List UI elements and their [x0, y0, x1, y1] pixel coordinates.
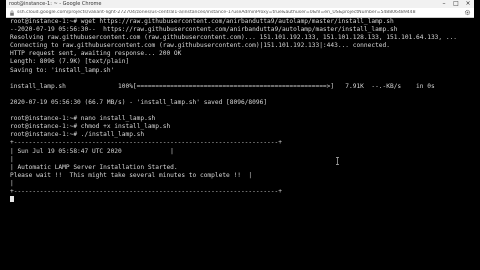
- banner-line: |: [10, 155, 14, 163]
- banner-line: |: [10, 179, 14, 187]
- url-text: ssh.cloud.google.com/projects/valiant-li…: [17, 10, 416, 15]
- lock-icon: [10, 9, 14, 16]
- terminal-line: root@instance-1:~# ./install_lamp.sh: [10, 131, 145, 139]
- terminal-line: --2020-07-19 05:56:30-- https://raw.gith…: [10, 26, 398, 34]
- text-cursor: [10, 196, 14, 203]
- terminal-line: HTTP request sent, awaiting response... …: [10, 50, 182, 58]
- terminal-line: 2020-07-19 05:56:30 (66.7 MB/s) - 'insta…: [10, 98, 268, 106]
- banner-border: +---------------------------------------…: [10, 139, 282, 147]
- banner-line: Please wait !! This might take several m…: [10, 171, 253, 179]
- terminal-cursor-line: [10, 196, 474, 204]
- progress-line: install_lamp.sh 100%[===================…: [10, 82, 435, 90]
- terminal-line: root@instance-1:~# nano install_lamp.sh: [10, 115, 156, 123]
- window-title: root@instance-1: ~ - Google Chrome: [9, 1, 102, 7]
- browser-window: root@instance-1: ~ - Google Chrome – □ ×…: [6, 0, 474, 270]
- terminal-line: root@instance-1:~# chmod +x install_lamp…: [10, 123, 171, 131]
- terminal-line: Length: 8096 (7.9K) [text/plain]: [10, 58, 130, 66]
- minimize-button[interactable]: –: [438, 0, 450, 8]
- banner-line: | Sun Jul 19 05:58:47 UTC 2020 |: [10, 147, 174, 155]
- title-bar: root@instance-1: ~ - Google Chrome – □ ×: [6, 0, 474, 8]
- gear-icon[interactable]: [464, 9, 471, 16]
- address-bar[interactable]: ssh.cloud.google.com/projects/valiant-li…: [6, 8, 474, 18]
- banner-border: +---------------------------------------…: [10, 187, 282, 195]
- terminal[interactable]: root@instance-1:~# wget https://raw.gith…: [6, 18, 474, 270]
- banner-line: | Automatic LAMP Server Installation Sta…: [10, 163, 178, 171]
- terminal-line: Saving to: 'install_lamp.sh': [10, 66, 115, 74]
- maximize-button[interactable]: □: [450, 0, 462, 8]
- close-button[interactable]: ×: [462, 0, 474, 8]
- window-controls: – □ ×: [438, 0, 474, 8]
- terminal-line: Resolving raw.githubusercontent.com (raw…: [10, 34, 458, 42]
- terminal-line: Connecting to raw.githubusercontent.com …: [10, 42, 390, 50]
- terminal-line: root@instance-1:~# wget https://raw.gith…: [10, 18, 394, 25]
- i-beam-cursor-icon: [336, 157, 339, 165]
